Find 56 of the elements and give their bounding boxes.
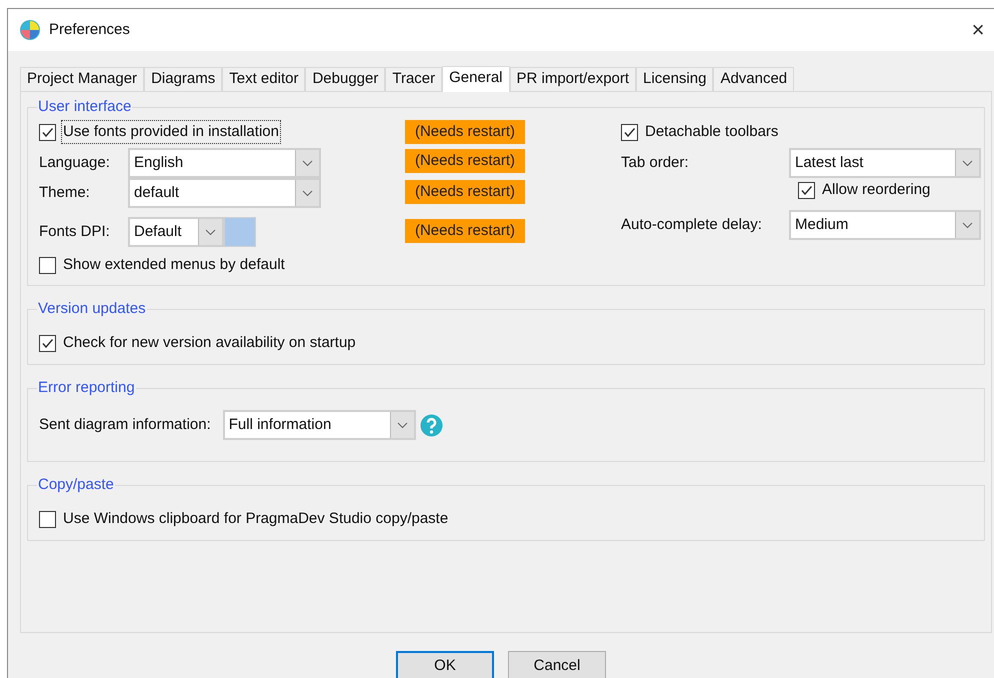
dialog-button[interactable]: Cancel [508,651,606,678]
checkbox[interactable] [39,124,56,140]
color-swatch[interactable] [224,217,256,247]
dropdown[interactable]: Default [128,217,224,247]
window-title: Preferences [49,20,131,40]
restart-note: (Needs restart) [405,149,525,173]
field-label: Sent diagram information: [39,414,211,435]
checkbox-label: Use fonts provided in installation [62,120,280,144]
checkbox[interactable] [39,256,56,274]
checkbox-label: Allow reordering [821,180,932,200]
tab[interactable]: Debugger [305,67,386,91]
chevron-down-icon [396,422,408,428]
chevron-down-icon [302,190,313,196]
field-label: Fonts DPI: [39,222,111,242]
checkbox[interactable] [39,334,56,352]
field-label: Theme: [39,182,91,203]
chevron-down-icon [205,228,216,236]
group-title: Error reporting [37,378,136,398]
group-title: Copy/paste [37,475,115,495]
checkbox-label: Detachable toolbars [644,122,780,142]
checkbox[interactable] [39,510,56,528]
restart-note: (Needs restart) [405,219,525,243]
field-label: Language: [39,152,111,173]
tab[interactable]: General [442,66,510,92]
checkbox[interactable] [621,124,638,140]
checkbox-label: Check for new version availability on startup [62,332,357,353]
dropdown[interactable]: Full information [222,410,416,440]
restart-note: (Needs restart) [405,180,525,204]
checkmark-icon [623,126,636,138]
tab[interactable]: Text editor [222,67,306,91]
app-logo-icon [19,19,41,41]
close-button[interactable]: × [965,17,991,43]
field-label: Auto-complete delay: [621,214,763,235]
tab[interactable]: Project Manager [20,67,144,91]
tab[interactable]: Tracer [385,67,442,91]
group-title: Version updates [37,299,147,319]
checkbox[interactable] [798,182,815,198]
restart-note: (Needs restart) [405,120,525,144]
checkmark-icon [800,184,813,196]
field-label: Tab order: [621,152,690,173]
dropdown[interactable]: default [128,178,321,208]
tab[interactable]: Diagrams [144,67,222,91]
tab[interactable]: PR import/export [510,67,636,91]
tab[interactable]: Licensing [636,67,714,91]
checkmark-icon [41,336,54,350]
dropdown[interactable]: Medium [789,210,981,240]
chevron-down-icon [962,222,973,228]
checkbox-label: Use Windows clipboard for PragmaDev Studio copy/paste [62,508,450,529]
tab[interactable]: Advanced [713,67,794,91]
dialog-button[interactable]: OK [396,651,494,678]
chevron-down-icon [302,160,313,166]
checkmark-icon [41,126,54,138]
checkbox-label: Show extended menus by default [62,254,286,275]
dropdown[interactable]: Latest last [789,148,981,178]
chevron-down-icon [962,160,973,166]
dropdown[interactable]: English [128,148,321,178]
